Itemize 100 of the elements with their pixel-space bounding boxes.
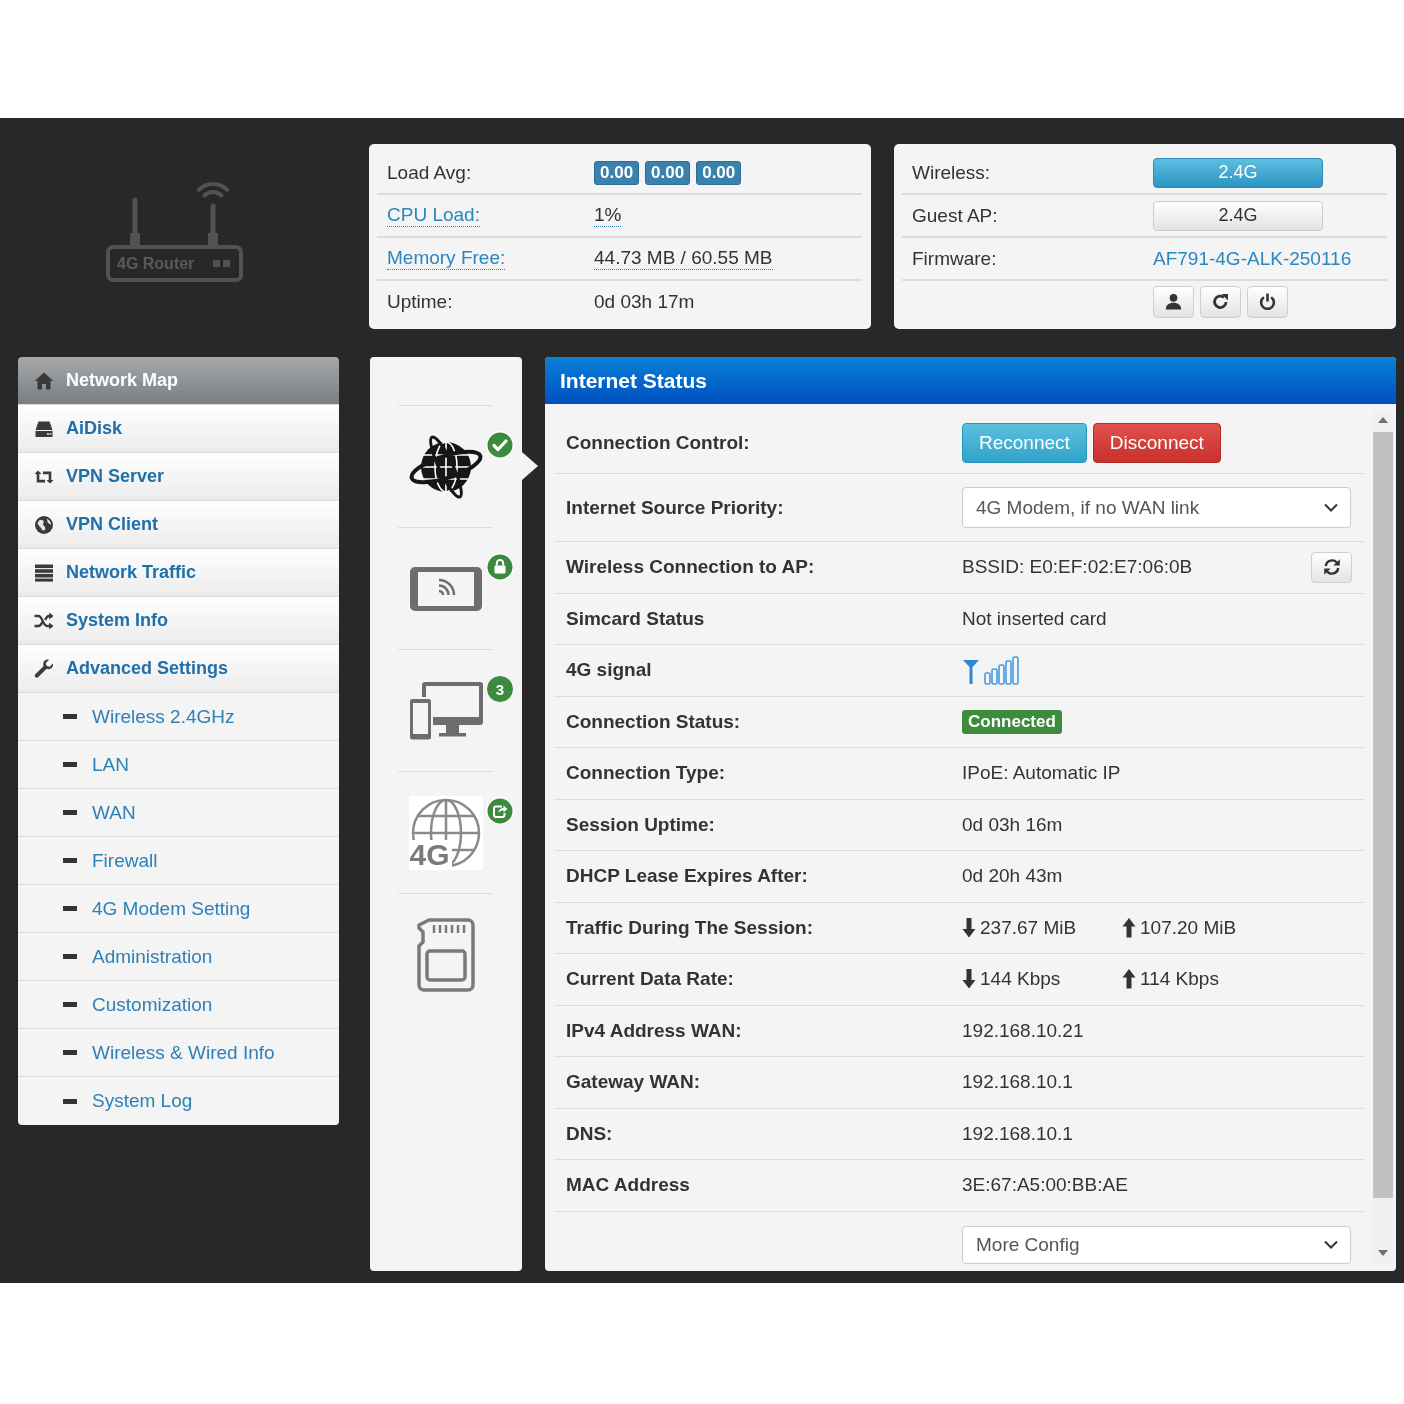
refresh-icon xyxy=(1322,558,1341,577)
submenu-item[interactable]: Customization xyxy=(18,981,339,1029)
user-icon-button[interactable] xyxy=(1153,285,1194,318)
stat-link[interactable]: Memory Free: xyxy=(387,247,506,270)
nav-item[interactable]: Network Map xyxy=(18,357,339,405)
submenu-item[interactable]: LAN xyxy=(18,741,339,789)
server-stack-icon xyxy=(34,562,54,583)
field-value: 192.168.10.1 xyxy=(962,1122,1073,1145)
submenu-item[interactable]: Firewall xyxy=(18,837,339,885)
dash-icon xyxy=(63,1002,77,1007)
field-value: 192.168.10.1 xyxy=(962,1071,1073,1094)
dash-icon xyxy=(63,810,77,815)
submenu-item[interactable]: 4G Modem Setting xyxy=(18,885,339,933)
refresh-button[interactable] xyxy=(1311,551,1352,583)
stat-link[interactable]: CPU Load: xyxy=(387,204,480,227)
stat-label: Wireless: xyxy=(912,161,991,183)
field-label: Traffic During The Session: xyxy=(566,916,814,938)
field-value: 0d 03h 16m xyxy=(962,813,1063,836)
dash-icon xyxy=(63,714,77,719)
tablet-wifi-icon[interactable] xyxy=(408,564,483,613)
stat-value: 0d 03h 17m xyxy=(594,290,695,313)
field-label: DHCP Lease Expires After: xyxy=(566,865,808,887)
submenu-item[interactable]: Administration xyxy=(18,933,339,981)
traffic-value: 237.67 MiB xyxy=(980,916,1077,939)
arrow-down-icon xyxy=(962,917,976,938)
submenu-item[interactable]: Wireless 2.4GHz xyxy=(18,693,339,741)
nav-item[interactable]: VPN Client xyxy=(18,501,339,549)
field-value: 192.168.10.21 xyxy=(962,1019,1084,1042)
shuffle-icon xyxy=(34,610,54,631)
dash-icon xyxy=(63,858,77,863)
firmware-link[interactable]: AF791-4G-ALK-250116 xyxy=(1153,247,1352,270)
reconnect-button[interactable]: Reconnect xyxy=(962,422,1087,463)
band-toggle-button[interactable]: 2.4G xyxy=(1153,200,1323,231)
wrench-icon xyxy=(34,658,54,679)
field-value: Not inserted card xyxy=(962,607,1107,630)
submenu-item[interactable]: Wireless & Wired Info xyxy=(18,1029,339,1077)
band-toggle-button[interactable]: 2.4G xyxy=(1153,157,1323,188)
nav-item[interactable]: Advanced Settings xyxy=(18,645,339,693)
dash-icon xyxy=(63,1098,77,1104)
scroll-down-icon[interactable] xyxy=(1378,1250,1388,1256)
traffic-value: 144 Kbps xyxy=(980,968,1061,991)
stat-label: Uptime: xyxy=(387,290,453,312)
nav-item[interactable]: Network Traffic xyxy=(18,549,339,597)
traffic-value: 114 Kbps xyxy=(1140,968,1219,991)
field-value: BSSID: E0:EF:02:E7:06:0B xyxy=(962,556,1193,579)
disconnect-button[interactable]: Disconnect xyxy=(1092,422,1221,463)
field-label: DNS: xyxy=(566,1122,613,1144)
nav-item[interactable]: System Info xyxy=(18,597,339,645)
load-average-badge: 0.00 xyxy=(696,160,742,185)
arrow-up-icon xyxy=(1122,917,1136,938)
field-label: Wireless Connection to AP: xyxy=(566,556,815,578)
power-icon xyxy=(1259,293,1276,310)
led-lights-icon xyxy=(213,260,230,267)
submenu-item[interactable]: WAN xyxy=(18,789,339,837)
arrow-down-icon xyxy=(962,969,976,990)
field-label: Simcard Status xyxy=(566,607,705,629)
refresh-icon xyxy=(1212,293,1229,310)
submenu-item[interactable]: System Log xyxy=(18,1077,339,1125)
nav-item[interactable]: AiDisk xyxy=(18,405,339,453)
stat-value: 1% xyxy=(594,204,622,227)
lock-badge-icon xyxy=(486,553,514,581)
stat-value: 44.73 MB / 60.55 MB xyxy=(594,247,773,270)
signal-strength-icon xyxy=(962,655,1022,686)
field-label: Current Data Rate: xyxy=(566,968,734,990)
dash-icon xyxy=(63,954,77,959)
field-label: MAC Address xyxy=(566,1174,690,1196)
sd-card-icon[interactable] xyxy=(416,917,475,992)
load-average-badge: 0.00 xyxy=(594,160,640,185)
chevron-down-icon xyxy=(1324,1240,1338,1249)
field-label: Connection Status: xyxy=(566,710,741,732)
dropdown-select[interactable]: 4G Modem, if no WAN link xyxy=(962,487,1351,528)
field-label: Connection Control: xyxy=(566,431,750,453)
client-count-badge: 3 xyxy=(486,675,514,703)
dash-icon xyxy=(63,762,77,767)
user-icon xyxy=(1165,293,1182,310)
nav-item[interactable]: VPN Server xyxy=(18,453,339,501)
field-value: 0d 20h 43m xyxy=(962,865,1063,888)
field-value: 3E:67:A5:00:BB:AE xyxy=(962,1174,1128,1197)
home-icon xyxy=(34,370,54,391)
share-badge-icon xyxy=(486,797,514,825)
field-label: 4G signal xyxy=(566,659,652,681)
scroll-up-icon[interactable] xyxy=(1378,417,1388,423)
globe-icon xyxy=(34,514,54,535)
dash-icon xyxy=(63,1050,77,1055)
field-value: IPoE: Automatic IP xyxy=(962,762,1121,785)
monitor-phone-icon[interactable] xyxy=(407,679,484,742)
field-label: IPv4 Address WAN: xyxy=(566,1019,742,1041)
chevron-down-icon xyxy=(1324,503,1338,512)
check-badge-icon xyxy=(486,431,514,459)
refresh-button[interactable] xyxy=(1200,285,1241,318)
field-label: Session Uptime: xyxy=(566,813,715,835)
arrow-up-icon xyxy=(1122,969,1136,990)
panel-header: Internet Status xyxy=(545,357,1396,404)
dash-icon xyxy=(63,906,77,911)
power-button[interactable] xyxy=(1247,285,1288,318)
field-label: Gateway WAN: xyxy=(566,1071,701,1093)
stat-label: Load Avg: xyxy=(387,161,472,183)
status-badge: Connected xyxy=(962,709,1062,734)
dropdown-select[interactable]: More Config xyxy=(962,1225,1351,1264)
field-label: Internet Source Priority: xyxy=(566,496,784,518)
